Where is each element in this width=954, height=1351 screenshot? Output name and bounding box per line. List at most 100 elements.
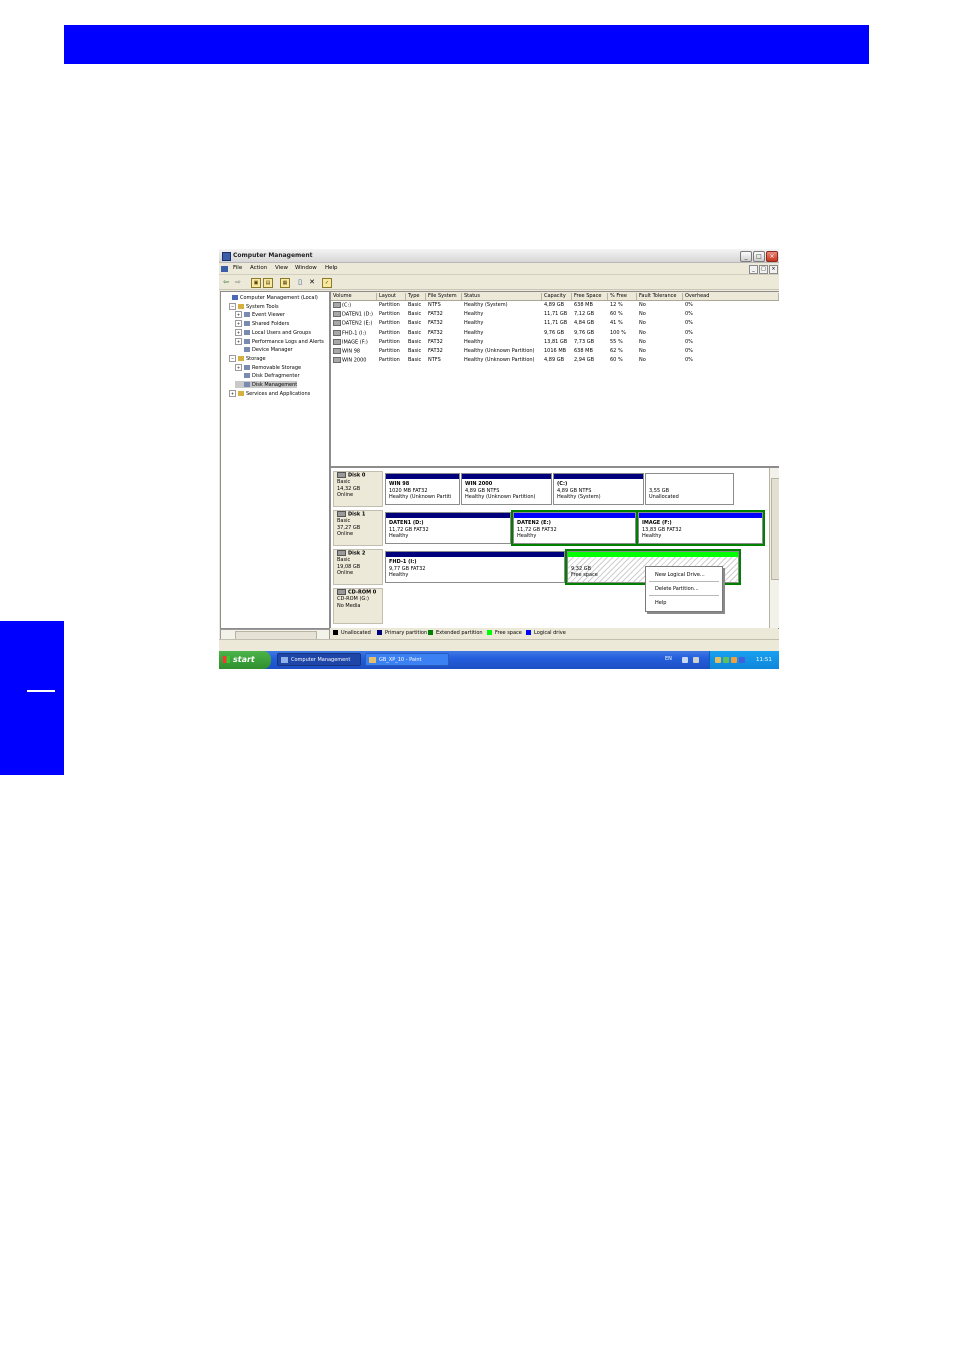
- partition-details: 3,55 GB Unallocated: [646, 479, 733, 503]
- network-icon[interactable]: [682, 657, 688, 663]
- table-row[interactable]: WIN 2000 Partition Basic NTFS Healthy (Unkno…: [331, 356, 779, 365]
- tree-item[interactable]: + Removable Storage: [235, 363, 302, 371]
- language-indicator[interactable]: EN: [665, 656, 672, 662]
- partition-logical[interactable]: IMAGE (F:) 13,83 GB FAT32 Healthy: [638, 512, 763, 544]
- tree-item[interactable]: Device Manager: [235, 346, 293, 353]
- tree-item[interactable]: − Storage: [229, 354, 266, 362]
- ctx-delete-partition[interactable]: Delete Partition...: [655, 586, 699, 592]
- tree-item-label: Removable Storage: [252, 364, 302, 371]
- tree-item[interactable]: + Local Users and Groups: [235, 328, 311, 336]
- column-header[interactable]: Status: [462, 293, 542, 300]
- expand-icon[interactable]: +: [235, 311, 242, 319]
- menu-action[interactable]: Action: [250, 265, 267, 271]
- column-header[interactable]: Type: [406, 293, 426, 300]
- close-button[interactable]: ×: [766, 251, 778, 262]
- partition-unallocated[interactable]: 3,55 GB Unallocated: [645, 473, 734, 505]
- tree-item[interactable]: + Performance Logs and Alerts: [235, 337, 324, 345]
- table-cell-text: 4,84 GB: [574, 320, 595, 327]
- partition-logical[interactable]: DATEN2 (E:) 11,72 GB FAT32 Healthy: [513, 512, 636, 544]
- mdi-restore-button[interactable]: □: [759, 265, 768, 274]
- tree-node-icon: [244, 347, 250, 353]
- check-icon[interactable]: ✓: [322, 278, 332, 288]
- menu-file[interactable]: File: [233, 265, 242, 271]
- column-header[interactable]: Overhead: [683, 293, 779, 300]
- table-cell: DATEN2 (E:): [331, 320, 372, 327]
- tree-item[interactable]: Disk Management: [235, 381, 298, 388]
- volume-list: Volume Layout Type File System Status Capacit…: [330, 291, 779, 467]
- menu-help[interactable]: Help: [325, 265, 338, 271]
- disk-info[interactable]: CD-ROM 0 CD-ROM (G:) No Media: [333, 588, 383, 624]
- table-row[interactable]: WIN 98 Partition Basic FAT32 Healthy (Unknow…: [331, 347, 779, 356]
- partition-primary[interactable]: (C:) 4,89 GB NTFS Healthy (System): [553, 473, 644, 505]
- ctx-new-logical-drive[interactable]: New Logical Drive...: [655, 572, 705, 578]
- table-cell: 11,71 GB: [542, 311, 567, 317]
- partition-primary[interactable]: WIN 2000 4,89 GB NTFS Healthy (Unknown Par…: [461, 473, 552, 505]
- ctx-help[interactable]: Help: [655, 600, 666, 606]
- disk-name-label: CD-ROM 0: [348, 589, 377, 596]
- show-hide-tree-icon[interactable]: ▤: [263, 278, 273, 288]
- tree-item[interactable]: + Shared Folders: [235, 320, 289, 328]
- menu-view[interactable]: View: [275, 265, 288, 271]
- tray-app-icon[interactable]: [715, 657, 721, 663]
- table-cell-text: Basic: [408, 338, 422, 345]
- title-bar[interactable]: Computer Management _ □ ×: [219, 249, 779, 263]
- collapse-icon[interactable]: −: [229, 354, 236, 362]
- table-row[interactable]: DATEN2 (E:) Partition Basic FAT32 Healthy 11,…: [331, 319, 779, 328]
- back-arrow-icon[interactable]: ⇦: [222, 278, 230, 286]
- menu-window[interactable]: Window: [295, 265, 317, 271]
- partition-primary[interactable]: WIN 98 1020 MB FAT32 Healthy (Unknown Part…: [385, 473, 460, 505]
- table-cell-text: 12 %: [610, 302, 623, 308]
- table-row[interactable]: FHD-1 (I:) Partition Basic FAT32 Healthy 9,76…: [331, 329, 779, 338]
- expand-icon[interactable]: +: [235, 337, 242, 345]
- help-icon[interactable]: ▯: [296, 278, 304, 286]
- expand-icon[interactable]: +: [235, 328, 242, 336]
- column-header[interactable]: File System: [426, 293, 462, 300]
- expand-icon[interactable]: +: [229, 389, 236, 397]
- delete-icon[interactable]: ✕: [308, 278, 316, 286]
- column-header[interactable]: Free Space: [572, 293, 608, 300]
- tree-item[interactable]: − System Tools: [229, 302, 279, 310]
- mdi-close-button[interactable]: ×: [769, 265, 778, 274]
- tray-help-icon[interactable]: [739, 657, 745, 663]
- tree-item[interactable]: + Event Viewer: [235, 311, 285, 319]
- tree-item[interactable]: + Services and Applications: [229, 389, 310, 397]
- computer-management-icon: [222, 252, 231, 261]
- column-header[interactable]: Layout: [377, 293, 406, 300]
- tree-item[interactable]: Disk Defragmenter: [235, 372, 300, 379]
- mdi-minimize-button[interactable]: _: [749, 265, 758, 274]
- table-cell-text: No: [639, 357, 646, 364]
- maximize-button[interactable]: □: [753, 251, 765, 262]
- disk-info[interactable]: Disk 1 Basic 37,27 GB Online: [333, 510, 383, 546]
- column-header[interactable]: Volume: [331, 293, 377, 300]
- partition-primary[interactable]: DATEN1 (D:) 11,72 GB FAT32 Healthy: [385, 512, 511, 544]
- properties-icon[interactable]: ▦: [280, 278, 290, 288]
- disk-info[interactable]: Disk 2 Basic 19,08 GB Online: [333, 549, 383, 585]
- table-cell-text: Basic: [408, 357, 422, 364]
- column-header[interactable]: Capacity: [542, 293, 572, 300]
- table-cell: Basic: [406, 339, 421, 345]
- keyboard-icon[interactable]: [693, 657, 699, 663]
- forward-arrow-icon[interactable]: ⇨: [234, 278, 242, 286]
- expand-icon[interactable]: +: [235, 320, 242, 328]
- column-header[interactable]: % Free: [608, 293, 637, 300]
- expand-icon[interactable]: +: [235, 363, 242, 371]
- taskbar-item-paint[interactable]: GB_XP_10 - Paint: [365, 653, 449, 666]
- table-row[interactable]: DATEN1 (D:) Partition Basic FAT32 Healthy 11,…: [331, 310, 779, 319]
- tray-volume-icon[interactable]: [731, 657, 737, 663]
- minimize-button[interactable]: _: [740, 251, 752, 262]
- disk-info[interactable]: Disk 0 Basic 14,32 GB Online: [333, 471, 383, 507]
- table-cell: 7,73 GB: [572, 339, 594, 345]
- table-row[interactable]: IMAGE (F:) Partition Basic FAT32 Healthy 13,8…: [331, 338, 779, 347]
- graphical-view-scrollbar-thumb[interactable]: [771, 478, 779, 580]
- tray-security-icon[interactable]: [723, 657, 729, 663]
- partition-primary[interactable]: FHD-1 (I:) 9,77 GB FAT32 Healthy: [385, 551, 565, 583]
- up-folder-icon[interactable]: ▣: [251, 278, 261, 288]
- table-cell: No: [637, 311, 646, 317]
- table-row[interactable]: (C:) Partition Basic NTFS Healthy (System) 4,…: [331, 301, 779, 310]
- tree-item[interactable]: Computer Management (Local): [223, 294, 318, 301]
- collapse-icon[interactable]: −: [229, 302, 236, 310]
- column-header[interactable]: Fault Tolerance: [637, 293, 683, 300]
- taskbar-item-computer-management[interactable]: Computer Management: [277, 653, 361, 666]
- legend-label: Unallocated: [341, 630, 371, 636]
